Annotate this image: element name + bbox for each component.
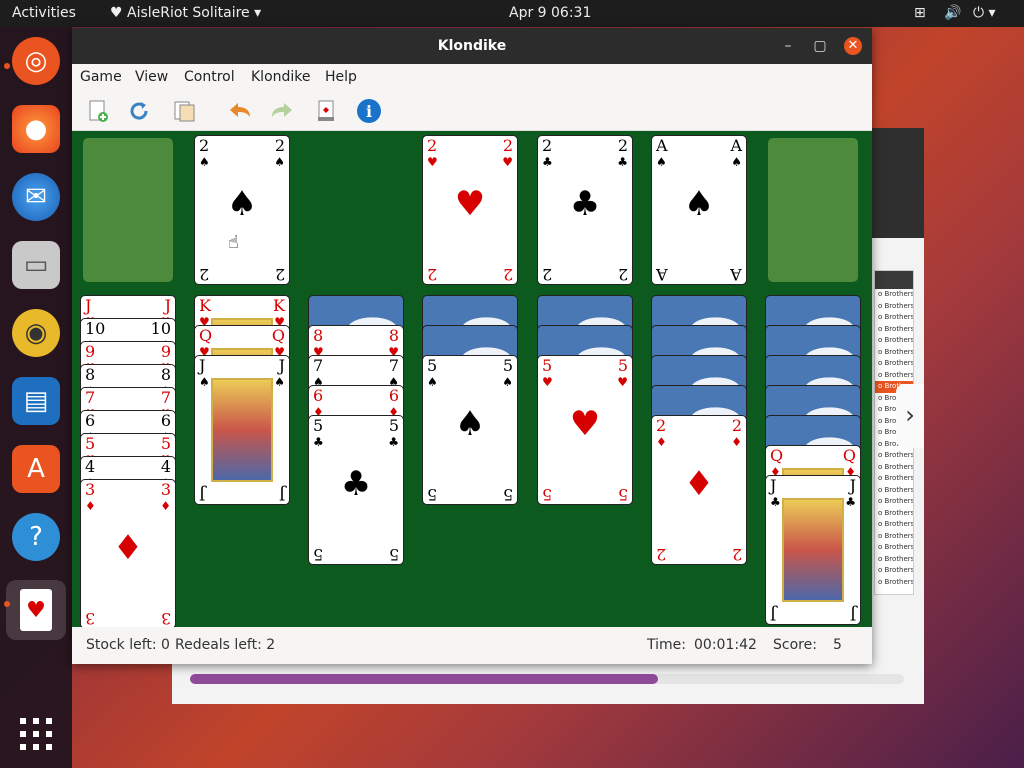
menu-view[interactable]: View [135,69,168,85]
list-item[interactable]: o Brothers [875,577,913,589]
app-menu-label: AisleRiot Solitaire [127,5,250,21]
files-icon[interactable]: ▭ [12,241,60,289]
time-label: Time: [647,637,686,653]
ubuntu-icon[interactable]: ◎ [12,37,60,85]
activities-button[interactable]: Activities [12,0,76,27]
restart-icon[interactable] [124,96,154,126]
card[interactable]: A A ♠ ♠ ♠ A A [651,135,747,285]
hint-icon[interactable] [311,96,341,126]
list-item[interactable]: o Brothers [875,473,913,485]
list-item[interactable]: o Brothers [875,508,913,520]
status-bar: Stock left: 0 Redeals left: 2 Time: 00:0… [72,627,872,664]
menu-klondike[interactable]: Klondike [251,69,311,85]
redo-icon[interactable] [268,96,298,126]
card[interactable]: 2 2 ♣ ♣ ♣ 2 2 [537,135,633,285]
redeals-left: Redeals left: 2 [175,637,276,653]
list-item[interactable]: o Brothers [875,347,913,359]
writer-icon[interactable]: ▤ [12,377,60,425]
aisleriot-icon[interactable]: ♥ [6,580,66,640]
title-bar[interactable]: Klondike – ▢ ✕ [72,28,872,64]
select-game-icon[interactable] [169,96,199,126]
list-item[interactable]: o Brothers [875,565,913,577]
card[interactable]: 3 3 ♦ ♦ ♦ 3 3 [80,479,176,627]
menu-control[interactable]: Control [184,69,235,85]
klondike-window: Klondike – ▢ ✕ Game View Control Klondik… [72,28,872,664]
list-item[interactable]: o Brothers [875,519,913,531]
menu-bar: Game View Control Klondike Help [72,64,872,90]
stock-slot[interactable] [83,138,173,282]
close-button[interactable]: ✕ [844,37,862,55]
list-item[interactable]: o Brothers [875,301,913,313]
software-icon[interactable]: A [12,445,60,493]
top-bar: Activities ♥ AisleRiot Solitaire ▾ Apr 9… [0,0,1024,27]
toolbar: i [72,90,872,131]
firefox-icon[interactable]: ● [12,105,60,153]
menu-game[interactable]: Game [80,69,122,85]
card[interactable]: J J ♣ ♣ J J [765,475,861,625]
list-item[interactable]: o Brothers [875,542,913,554]
background-window-bottom [172,664,924,704]
new-game-icon[interactable] [83,96,113,126]
list-item[interactable]: o Brothers [875,450,913,462]
list-item[interactable]: o Brothers [875,496,913,508]
game-area[interactable]: 22♠♠♠2222♥♥♥2222♣♣♣22AA♠♠♠AA JJ♥♥JJ1010♠… [72,131,872,627]
progress-bar [190,674,658,684]
running-indicator [4,63,10,69]
menu-help[interactable]: Help [325,69,357,85]
maximize-button[interactable]: ▢ [811,37,829,55]
minimize-button[interactable]: – [779,37,797,55]
card[interactable]: 5 5 ♣ ♣ ♣ 5 5 [308,415,404,565]
undo-icon[interactable] [224,96,254,126]
list-item[interactable]: o Brothers [875,462,913,474]
help-icon[interactable]: ? [12,513,60,561]
stock-left: Stock left: 0 [86,637,170,653]
window-title: Klondike [437,38,507,54]
card[interactable]: J J ♠ ♠ J J [194,355,290,505]
list-item[interactable]: o Brothers [875,485,913,497]
rhythmbox-icon[interactable]: ◉ [12,309,60,357]
list-item[interactable]: o Brothers [875,289,913,301]
volume-icon[interactable]: 🔊 [944,0,961,27]
list-item[interactable]: o Brothers [875,312,913,324]
svg-text:i: i [366,102,372,121]
time-value: 00:01:42 [694,637,757,653]
list-item[interactable]: o Brothers [875,370,913,382]
card[interactable]: 2 2 ♥ ♥ ♥ 2 2 [422,135,518,285]
info-icon[interactable]: i [354,96,384,126]
list-item[interactable]: o Brothers [875,358,913,370]
list-item[interactable]: o Brothers [875,531,913,543]
clock[interactable]: Apr 9 06:31 [509,0,591,27]
dock: ◎ ● ✉ ▭ ◉ ▤ A ? ♥ [0,27,72,768]
show-apps-icon[interactable] [20,718,52,750]
card[interactable]: 2 2 ♦ ♦ ♦ 2 2 [651,415,747,565]
foundation-slot-empty[interactable] [768,138,858,282]
score-label: Score: [773,637,817,653]
hand-cursor-icon: ☝ [228,232,239,253]
list-item[interactable]: o Brothers [875,324,913,336]
score-value: 5 [833,637,842,653]
card[interactable]: 5 5 ♠ ♠ ♠ 5 5 [422,355,518,505]
list-item[interactable]: o Brothers [875,554,913,566]
network-icon[interactable]: ⊞ [914,0,926,27]
card[interactable]: 55♥♥♥55 [537,355,633,505]
app-menu[interactable]: ♥ AisleRiot Solitaire ▾ [110,0,261,27]
card[interactable]: 2 2 ♠ ♠ ♠ 2 2 [194,135,290,285]
running-indicator [4,601,10,607]
next-arrow-icon[interactable]: › [896,384,924,448]
thunderbird-icon[interactable]: ✉ [12,173,60,221]
power-icon[interactable]: ⏻ ▾ [973,0,996,27]
list-item[interactable]: o Brothers [875,335,913,347]
